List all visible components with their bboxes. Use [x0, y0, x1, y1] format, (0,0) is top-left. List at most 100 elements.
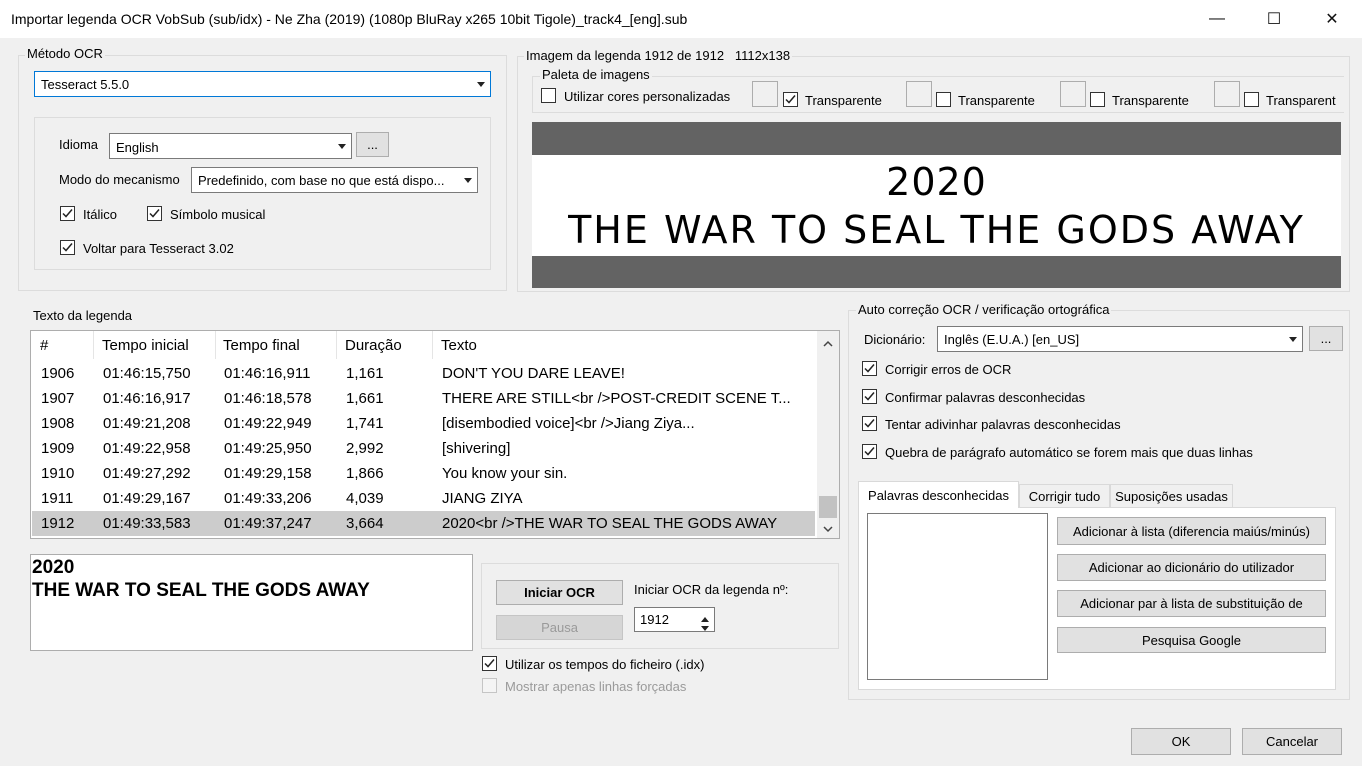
- fallback-tesseract-label: Voltar para Tesseract 3.02: [83, 241, 234, 256]
- close-button[interactable]: ✕: [1303, 0, 1361, 38]
- palette-color-3[interactable]: [1060, 81, 1086, 107]
- row-number: 1909: [41, 440, 75, 457]
- row-text: 2020<br />THE WAR TO SEAL THE GODS AWAY: [442, 515, 778, 532]
- window-title: Importar legenda OCR VobSub (sub/idx) - …: [11, 11, 688, 27]
- forced-only-checkbox[interactable]: [482, 678, 497, 693]
- fix-ocr-errors-label: Corrigir erros de OCR: [885, 362, 1012, 377]
- add-to-user-dictionary-button[interactable]: Adicionar ao dicionário do utilizador: [1057, 554, 1326, 581]
- auto-break-label: Quebra de parágrafo automático se forem …: [885, 445, 1253, 460]
- pause-button[interactable]: Pausa: [496, 615, 623, 640]
- checkmark-icon: [864, 364, 875, 373]
- row-start-time: 01:49:21,208: [103, 415, 191, 432]
- table-row[interactable]: 1911 01:49:29,167 01:49:33,206 4,039 JIANG Z…: [32, 486, 815, 511]
- engine-mode-select[interactable]: Predefinido, com base no que está dispo.…: [191, 167, 478, 193]
- row-end-time: 01:49:37,247: [224, 515, 312, 532]
- start-ocr-button[interactable]: Iniciar OCR: [496, 580, 623, 605]
- ocr-engine-select[interactable]: Tesseract 5.5.0: [34, 71, 491, 97]
- checkmark-icon: [149, 209, 160, 218]
- language-value: English: [116, 140, 159, 155]
- chevron-down-icon[interactable]: [823, 522, 833, 533]
- table-row[interactable]: 1908 01:49:21,208 01:49:22,949 1,741 [disemb…: [32, 411, 815, 436]
- palette-color-1[interactable]: [752, 81, 778, 107]
- row-number: 1908: [41, 415, 75, 432]
- start-from-value: 1912: [640, 612, 669, 627]
- table-row[interactable]: 1912 01:49:33,583 01:49:37,247 3,664 2020<br…: [32, 511, 815, 536]
- music-symbol-checkbox[interactable]: [147, 206, 162, 221]
- transparent-checkbox-4[interactable]: [1244, 92, 1259, 107]
- subtitle-edit-textbox[interactable]: 2020 THE WAR TO SEAL THE GODS AWAY: [30, 554, 473, 651]
- row-text: JIANG ZIYA: [442, 490, 523, 507]
- ocr-engine-value: Tesseract 5.5.0: [41, 77, 130, 92]
- use-idx-times-checkbox[interactable]: [482, 656, 497, 671]
- stepper-down-icon[interactable]: [700, 621, 710, 631]
- column-header-number[interactable]: #: [40, 337, 48, 354]
- row-start-time: 01:49:27,292: [103, 465, 191, 482]
- transparent-checkbox-2[interactable]: [936, 92, 951, 107]
- subtitle-table[interactable]: # Tempo inicial Tempo final Duração Text…: [30, 330, 840, 539]
- title-bar: Importar legenda OCR VobSub (sub/idx) - …: [0, 0, 1362, 38]
- column-header-end[interactable]: Tempo final: [223, 337, 300, 354]
- language-label: Idioma: [59, 137, 99, 152]
- edit-line-1: 2020: [32, 557, 75, 578]
- checkmark-icon: [864, 392, 875, 401]
- dictionary-more-button[interactable]: ...: [1309, 326, 1343, 351]
- scrollbar-thumb[interactable]: [819, 496, 837, 518]
- confirm-unknown-checkbox[interactable]: [862, 389, 877, 404]
- transparent-checkbox-3[interactable]: [1090, 92, 1105, 107]
- start-from-stepper[interactable]: 1912: [634, 607, 715, 632]
- fallback-tesseract-checkbox[interactable]: [60, 240, 75, 255]
- tab-used-guesses[interactable]: Suposições usadas: [1110, 484, 1233, 508]
- table-row[interactable]: 1907 01:46:16,917 01:46:18,578 1,661 THERE A…: [32, 386, 815, 411]
- italic-checkbox[interactable]: [60, 206, 75, 221]
- row-end-time: 01:46:18,578: [224, 390, 312, 407]
- row-end-time: 01:46:16,911: [224, 365, 311, 382]
- palette-color-4[interactable]: [1214, 81, 1240, 107]
- chevron-up-icon[interactable]: [823, 337, 833, 347]
- table-row[interactable]: 1906 01:46:15,750 01:46:16,911 1,161 DON'T Y…: [32, 361, 815, 386]
- row-text: THERE ARE STILL<br />POST-CREDIT SCENE T…: [442, 390, 791, 407]
- table-header: # Tempo inicial Tempo final Duração Text…: [31, 331, 818, 360]
- row-duration: 1,161: [346, 365, 384, 382]
- cancel-button[interactable]: Cancelar: [1242, 728, 1342, 755]
- auto-break-checkbox[interactable]: [862, 444, 877, 459]
- chevron-down-icon: [464, 178, 472, 183]
- custom-colors-checkbox[interactable]: [541, 88, 556, 103]
- add-to-list-button[interactable]: Adicionar à lista (diferencia maiús/minú…: [1057, 517, 1326, 545]
- row-end-time: 01:49:25,950: [224, 440, 312, 457]
- table-row[interactable]: 1910 01:49:27,292 01:49:29,158 1,866 You kno…: [32, 461, 815, 486]
- language-more-button[interactable]: ...: [356, 132, 389, 157]
- row-end-time: 01:49:22,949: [224, 415, 312, 432]
- row-number: 1912: [41, 515, 75, 532]
- unknown-words-list[interactable]: [867, 513, 1048, 680]
- tab-fix-all[interactable]: Corrigir tudo: [1019, 484, 1110, 508]
- table-row[interactable]: 1909 01:49:22,958 01:49:25,950 2,992 [shiver…: [32, 436, 815, 461]
- transparent-checkbox-1[interactable]: [783, 92, 798, 107]
- maximize-button[interactable]: ☐: [1245, 0, 1303, 38]
- guess-unknown-checkbox[interactable]: [862, 416, 877, 431]
- palette-label: Paleta de imagens: [540, 67, 652, 82]
- palette-color-2[interactable]: [906, 81, 932, 107]
- language-select[interactable]: English: [109, 133, 352, 159]
- add-replace-pair-button[interactable]: Adicionar par à lista de substituição de: [1057, 590, 1326, 617]
- transparent-label-3: Transparente: [1112, 93, 1189, 108]
- table-scrollbar[interactable]: [817, 331, 839, 538]
- italic-label: Itálico: [83, 207, 117, 222]
- preview-line-2: THE WAR TO SEAL THE GODS AWAY: [568, 208, 1305, 252]
- checkmark-icon: [785, 95, 796, 104]
- ok-button[interactable]: OK: [1131, 728, 1231, 755]
- tab-unknown-words[interactable]: Palavras desconhecidas: [858, 481, 1019, 508]
- dictionary-select[interactable]: Inglês (E.U.A.) [en_US]: [937, 326, 1303, 352]
- row-end-time: 01:49:29,158: [224, 465, 312, 482]
- checkmark-icon: [864, 419, 875, 428]
- stepper-up-icon[interactable]: [700, 611, 710, 622]
- column-header-text[interactable]: Texto: [441, 337, 477, 354]
- fix-ocr-errors-checkbox[interactable]: [862, 361, 877, 376]
- row-start-time: 01:46:16,917: [103, 390, 191, 407]
- dictionary-value: Inglês (E.U.A.) [en_US]: [944, 332, 1080, 347]
- column-header-duration[interactable]: Duração: [345, 337, 402, 354]
- row-duration: 4,039: [346, 490, 384, 507]
- minimize-button[interactable]: —: [1188, 0, 1246, 38]
- column-header-start[interactable]: Tempo inicial: [102, 337, 189, 354]
- row-text: DON'T YOU DARE LEAVE!: [442, 365, 625, 382]
- google-search-button[interactable]: Pesquisa Google: [1057, 627, 1326, 653]
